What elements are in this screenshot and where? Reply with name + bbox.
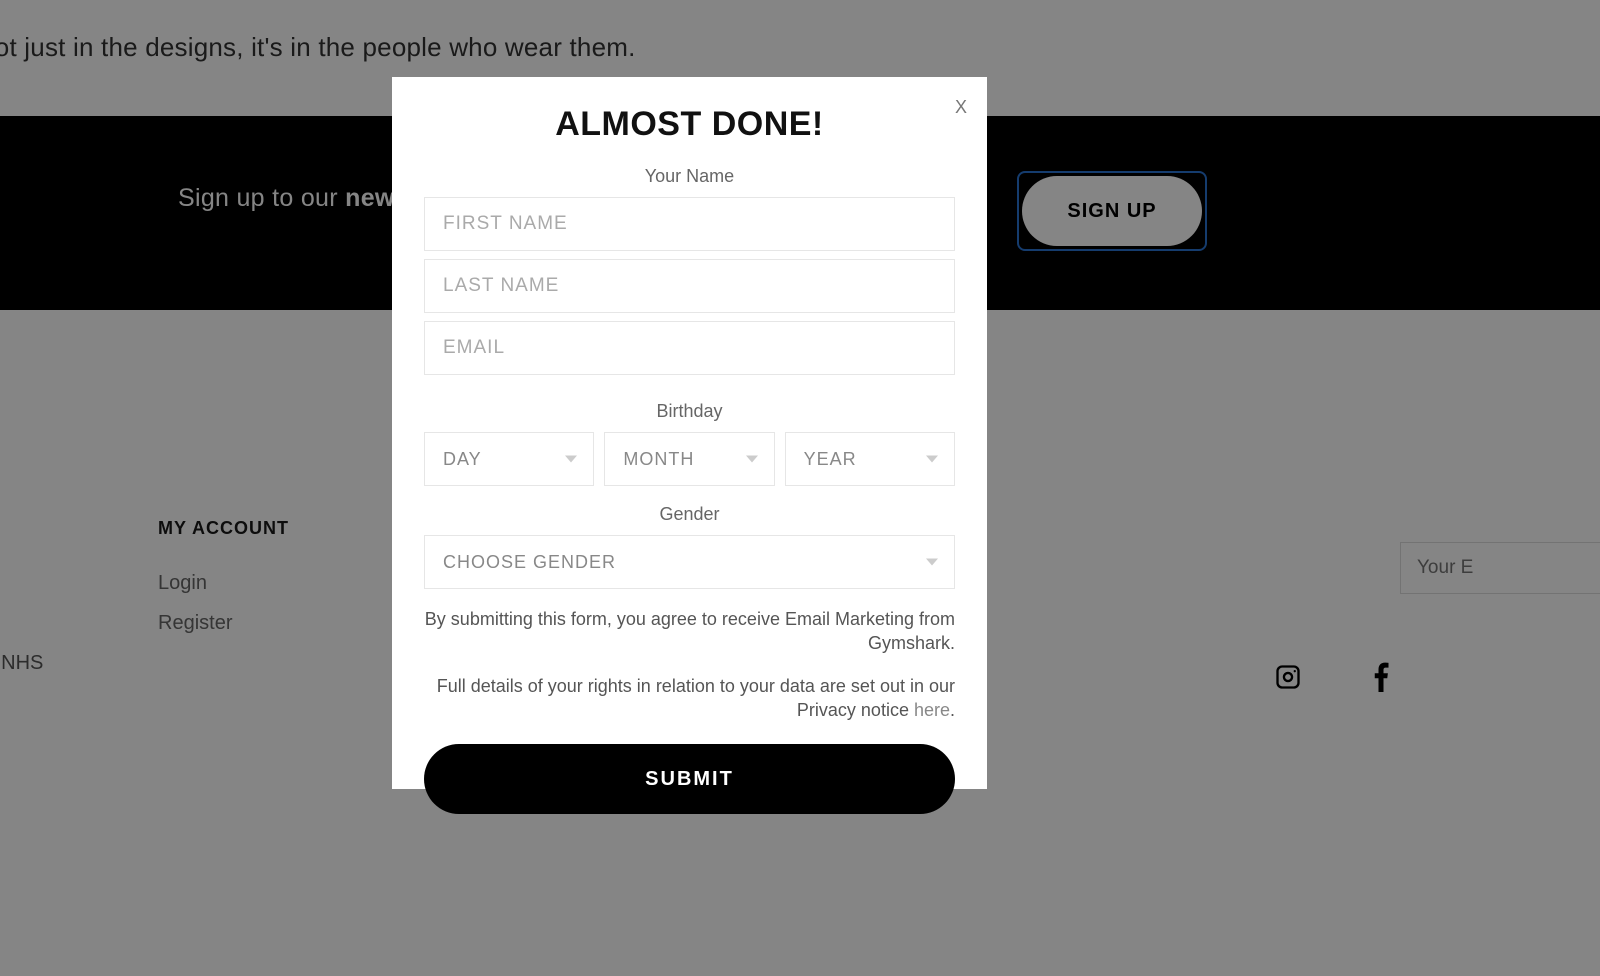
day-select[interactable]: DAY (424, 432, 594, 486)
year-select[interactable]: YEAR (785, 432, 955, 486)
disclaimer-privacy-prefix: Full details of your rights in relation … (437, 676, 955, 720)
modal-title: ALMOST DONE! (424, 105, 955, 144)
month-select[interactable]: MONTH (604, 432, 774, 486)
email-input[interactable] (424, 321, 955, 375)
day-select-value: DAY (443, 449, 482, 470)
first-name-input[interactable] (424, 197, 955, 251)
birthday-label: Birthday (424, 401, 955, 422)
month-select-value: MONTH (623, 449, 694, 470)
year-select-value: YEAR (804, 449, 857, 470)
signup-modal: X ALMOST DONE! Your Name Birthday DAY MO… (392, 77, 987, 789)
gender-select-value: CHOOSE GENDER (443, 552, 616, 573)
name-label: Your Name (424, 166, 955, 187)
last-name-input[interactable] (424, 259, 955, 313)
privacy-notice-link[interactable]: here (914, 700, 950, 720)
close-button[interactable]: X (955, 97, 967, 118)
disclaimer-marketing: By submitting this form, you agree to re… (424, 607, 955, 656)
disclaimer-privacy: Full details of your rights in relation … (424, 674, 955, 723)
gender-label: Gender (424, 504, 955, 525)
chevron-down-icon (565, 456, 577, 463)
submit-button[interactable]: SUBMIT (424, 744, 955, 814)
birthday-row: DAY MONTH YEAR (424, 432, 955, 486)
chevron-down-icon (926, 456, 938, 463)
gender-select[interactable]: CHOOSE GENDER (424, 535, 955, 589)
chevron-down-icon (926, 559, 938, 566)
chevron-down-icon (746, 456, 758, 463)
disclaimer-privacy-suffix: . (950, 700, 955, 720)
